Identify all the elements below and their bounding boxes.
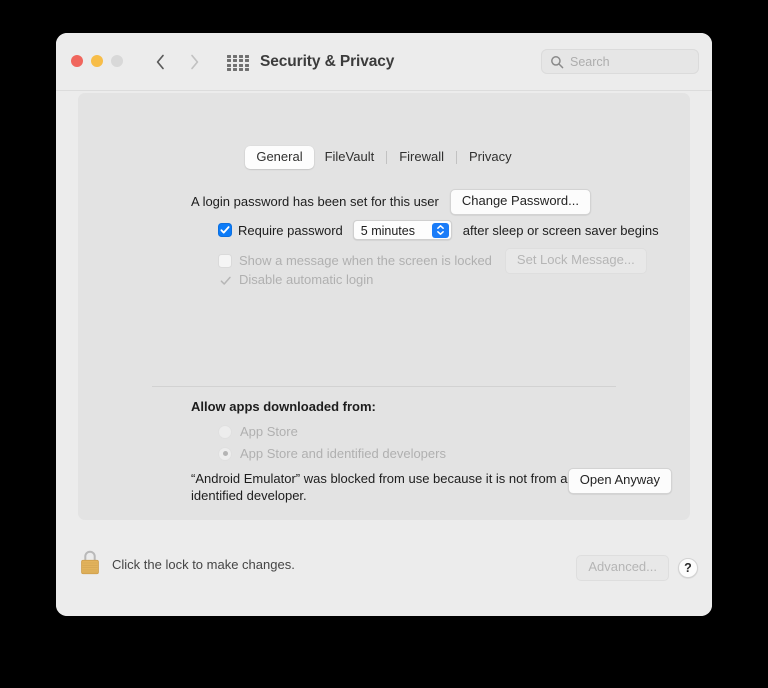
section-divider [152,386,616,387]
set-lock-message-button: Set Lock Message... [504,248,647,274]
show-lock-message-checkbox [218,253,232,268]
require-password-label: Require password [238,222,343,238]
password-delay-combobox[interactable]: 5 minutes [352,220,452,240]
security-privacy-window: Security & Privacy General FileVault Fir… [56,33,712,616]
gatekeeper-heading: Allow apps downloaded from: [191,398,376,416]
advanced-button: Advanced... [576,555,669,581]
disable-auto-login-row: Disable automatic login [218,272,373,287]
page-title: Security & Privacy [260,53,395,70]
search-icon [551,55,564,68]
tab-privacy[interactable]: Privacy [458,146,523,169]
disable-auto-login-checkbox [218,273,232,287]
checkmark-icon [220,226,230,234]
tab-firewall[interactable]: Firewall [388,146,455,169]
lock-hint-text: Click the lock to make changes. [112,557,295,572]
tab-bar: General FileVault Firewall Privacy [78,146,690,170]
chevron-right-icon [190,54,198,70]
search-input[interactable] [570,54,685,69]
require-password-suffix: after sleep or screen saver begins [462,222,659,238]
tab-separator [456,151,458,165]
blocked-app-message: “Android Emulator” was blocked from use … [191,470,583,504]
forward-button [185,50,203,74]
show-lock-message-label: Show a message when the screen is locked [239,253,492,269]
radio-app-store [218,424,232,439]
disable-auto-login-label: Disable automatic login [239,272,374,287]
show-lock-message-row: Show a message when the screen is locked… [218,248,647,274]
chevron-left-icon [156,54,164,70]
change-password-button[interactable]: Change Password... [449,189,591,215]
search-field[interactable] [541,49,699,74]
window-footer: Click the lock to make changes. Advanced… [56,520,712,616]
preferences-content-panel: General FileVault Firewall Privacy A log… [78,93,690,520]
back-button[interactable] [151,50,169,74]
traffic-light-group [71,55,123,67]
checkmark-icon [220,276,231,285]
tab-general[interactable]: General [245,146,314,170]
chevron-up-icon [436,225,444,229]
password-delay-value: 5 minutes [360,223,415,238]
require-password-checkbox[interactable] [218,223,232,237]
tab-filevault[interactable]: FileVault [314,146,386,169]
chevron-down-icon [436,231,444,235]
radio-app-store-identified-developers [218,446,232,461]
grid-view-icon[interactable] [227,55,249,71]
tab-separator [386,151,388,165]
radio-app-store-identified-developers-label: App Store and identified developers [240,446,446,461]
password-delay-stepper[interactable] [431,222,449,238]
open-anyway-button[interactable]: Open Anyway [567,468,672,494]
blocked-app-message-text: “Android Emulator” was blocked from use … [191,471,575,504]
minimize-window-button[interactable] [91,55,103,67]
window-toolbar: Security & Privacy [56,33,712,91]
login-password-status: A login password has been set for this u… [191,194,439,210]
gatekeeper-heading-text: Allow apps downloaded from: [191,399,376,414]
require-password-row: Require password 5 minutes after sleep o… [218,220,659,240]
gatekeeper-option-app-store: App Store [218,424,298,439]
footer-actions: Advanced... ? [576,555,698,581]
login-password-row: A login password has been set for this u… [191,189,591,215]
lock-closed-icon[interactable] [79,549,101,575]
close-window-button[interactable] [71,55,83,67]
gatekeeper-option-app-store-and-identified-developers: App Store and identified developers [218,446,446,461]
toolbar-navigation [151,50,203,74]
maximize-window-button [111,55,123,67]
help-button[interactable]: ? [678,557,698,578]
radio-app-store-label: App Store [240,424,298,439]
